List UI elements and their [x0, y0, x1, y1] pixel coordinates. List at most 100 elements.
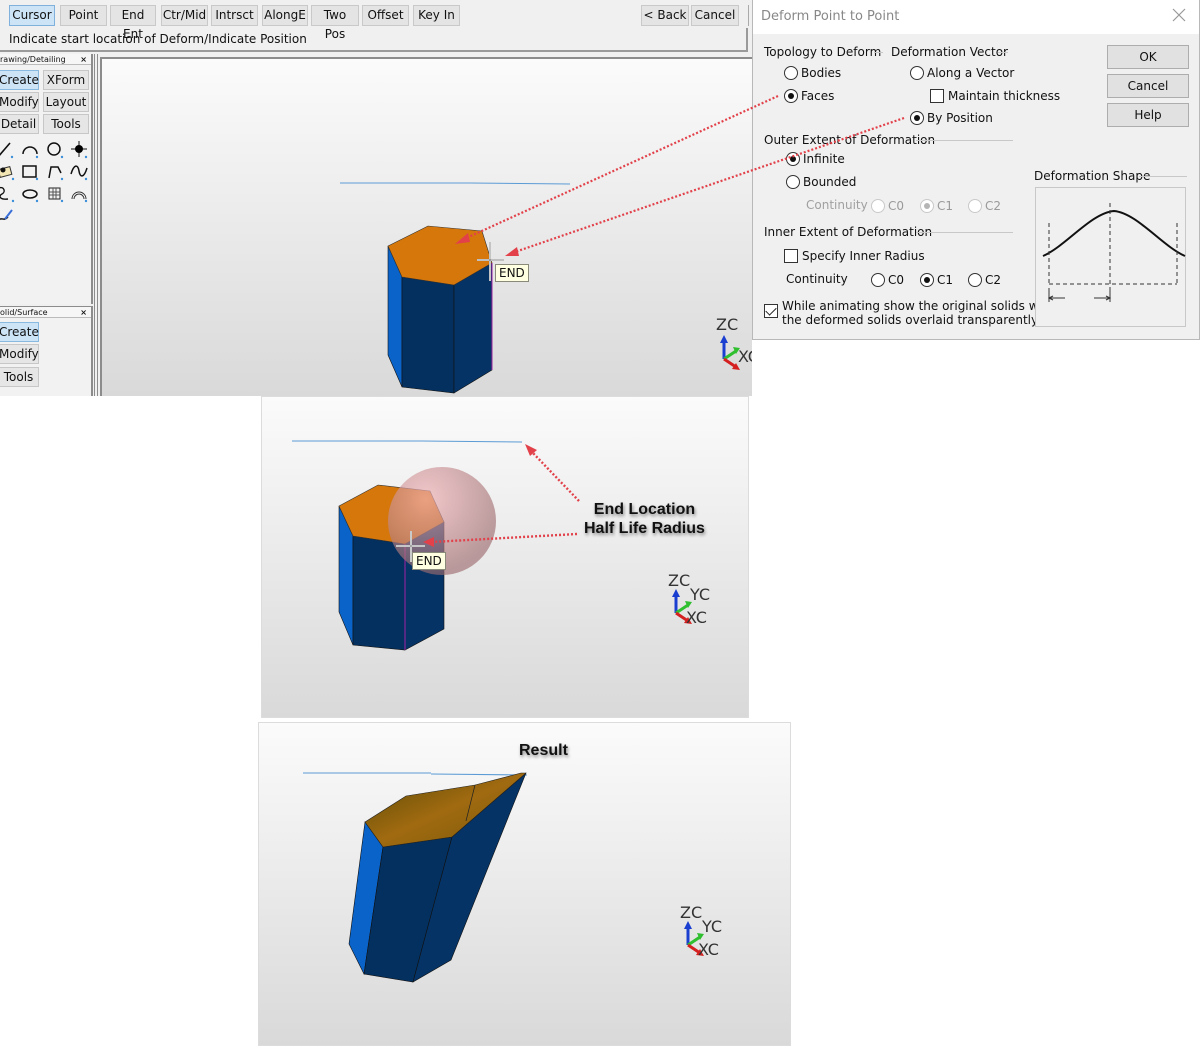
arc-icon[interactable] [20, 140, 40, 160]
hatch-icon[interactable] [45, 184, 65, 204]
radio-label: Faces [801, 89, 835, 103]
checkbox-label: Maintain thickness [948, 89, 1061, 103]
ok-button[interactable]: OK [1107, 45, 1189, 69]
graphics-viewport[interactable]: END ZC XC [100, 57, 752, 396]
freeform-icon[interactable] [0, 184, 16, 204]
coordinate-triad: ZC YC XC [666, 573, 716, 628]
radio-label: By Position [927, 111, 993, 125]
radio-label: Bounded [803, 175, 857, 189]
graphics-viewport-half-life[interactable]: END End Location Half Life Radius ZC YC … [261, 396, 749, 718]
palette-splitter[interactable] [94, 54, 98, 396]
snap-key-in-button[interactable]: Key In [413, 5, 460, 26]
radio-infinite[interactable]: Infinite [786, 152, 845, 166]
radio-inner-c2[interactable]: C2 [968, 273, 1001, 287]
rectangle-icon[interactable] [20, 162, 40, 182]
palette-xform-button[interactable]: XForm [43, 70, 89, 90]
radio-outer-c2[interactable]: C2 [968, 199, 1001, 213]
prism-side-right [453, 262, 493, 394]
command-prompt: Indicate start location of Deform/Indica… [0, 28, 748, 52]
palette-title-text: olid/Surface [0, 308, 48, 317]
z-axis-label: ZC [668, 571, 691, 590]
checkbox-indicator [930, 89, 944, 103]
prism-side-front [401, 276, 455, 394]
point-icon[interactable] [69, 140, 89, 160]
radio-indicator [920, 199, 934, 213]
checkbox-indicator [764, 304, 778, 318]
radio-indicator [920, 273, 934, 287]
dialog-title: Deform Point to Point [761, 9, 900, 24]
palette-modify-button[interactable]: Modify [0, 92, 39, 112]
checkbox-label-line: the deformed solids overlaid transparent… [782, 313, 1041, 327]
outer-continuity-label: Continuity [806, 198, 868, 212]
radio-along-vector[interactable]: Along a Vector [910, 66, 1014, 80]
cancel-command-button[interactable]: Cancel [691, 5, 739, 26]
snap-along-edge-button[interactable]: AlongE [262, 5, 308, 26]
radio-inner-c0[interactable]: C0 [871, 273, 904, 287]
close-icon[interactable]: × [80, 54, 87, 64]
radio-indicator [786, 175, 800, 189]
snap-point-button[interactable]: Point [60, 5, 107, 26]
snap-end-entity-button[interactable]: End Ent [110, 5, 156, 41]
palette-tools-button[interactable]: Tools [43, 114, 89, 134]
palette-create-button[interactable]: Create [0, 70, 39, 90]
radio-indicator [784, 66, 798, 80]
radio-inner-c1[interactable]: C1 [920, 273, 953, 287]
deformation-shape-label: Deformation Shape [1034, 169, 1151, 183]
palette-layout-button[interactable]: Layout [43, 92, 89, 112]
radio-faces[interactable]: Faces [784, 89, 834, 103]
radio-outer-c0[interactable]: C0 [871, 199, 904, 213]
solid-create-button[interactable]: Create [0, 322, 39, 342]
ellipse-icon[interactable] [20, 184, 40, 204]
radio-indicator [786, 152, 800, 166]
snap-tooltip: END [495, 264, 529, 282]
checkbox-maintain-thickness[interactable]: Maintain thickness [930, 89, 1060, 103]
snap-tooltip: END [412, 552, 446, 570]
radio-label: Bodies [801, 66, 842, 80]
cancel-button[interactable]: Cancel [1107, 74, 1189, 98]
sketch-icon[interactable] [0, 206, 16, 226]
spline-icon[interactable] [69, 162, 89, 182]
radio-label: Along a Vector [927, 66, 1015, 80]
help-button[interactable]: Help [1107, 103, 1189, 127]
radio-label: C1 [937, 273, 954, 287]
snap-cursor-button[interactable]: Cursor [9, 5, 55, 26]
group-divider [998, 52, 1008, 53]
snap-offset-button[interactable]: Offset [362, 5, 409, 26]
palette-detail-button[interactable]: Detail [0, 114, 39, 134]
circle-icon[interactable] [45, 140, 65, 160]
radio-indicator [871, 199, 885, 213]
checkbox-animate-overlay[interactable]: While animating show the original solids… [764, 299, 1054, 327]
snap-two-pos-button[interactable]: Two Pos [311, 5, 359, 41]
palette-title-text: rawing/Detailing [0, 55, 66, 64]
snap-intersect-button[interactable]: Intrsct [211, 5, 258, 26]
palette-title: rawing/Detailing × [0, 54, 91, 65]
radio-indicator [910, 66, 924, 80]
dimension-icon[interactable] [69, 184, 89, 204]
back-button[interactable]: < Back [641, 5, 689, 26]
close-icon[interactable]: × [80, 307, 87, 317]
text-note-icon[interactable] [0, 162, 16, 182]
radio-indicator [968, 273, 982, 287]
toolbar-divider [748, 5, 749, 26]
x-axis-label: XC [738, 347, 752, 366]
group-divider [916, 140, 1013, 141]
radio-bodies[interactable]: Bodies [784, 66, 841, 80]
radio-bounded[interactable]: Bounded [786, 175, 856, 189]
snap-center-mid-button[interactable]: Ctr/Mid [161, 5, 208, 26]
group-divider [1139, 176, 1187, 177]
radio-indicator [910, 111, 924, 125]
radio-by-position[interactable]: By Position [910, 111, 993, 125]
solid-tools-button[interactable]: Tools [0, 367, 39, 387]
inner-continuity-label: Continuity [786, 272, 848, 286]
radio-outer-c1[interactable]: C1 [920, 199, 953, 213]
close-icon[interactable] [1171, 7, 1187, 23]
checkbox-specify-inner-radius[interactable]: Specify Inner Radius [784, 249, 925, 263]
polyline-icon[interactable] [45, 162, 65, 182]
graphics-viewport-result[interactable]: Result ZC YC XC [258, 722, 791, 1046]
cad-application-window: Cursor Point End Ent Ctr/Mid Intrsct Alo… [0, 0, 752, 396]
y-axis-label: YC [690, 585, 711, 604]
solid-modify-button[interactable]: Modify [0, 344, 39, 364]
radio-label: C1 [937, 199, 954, 213]
line-icon[interactable] [0, 140, 16, 160]
sketch-line [469, 182, 571, 185]
